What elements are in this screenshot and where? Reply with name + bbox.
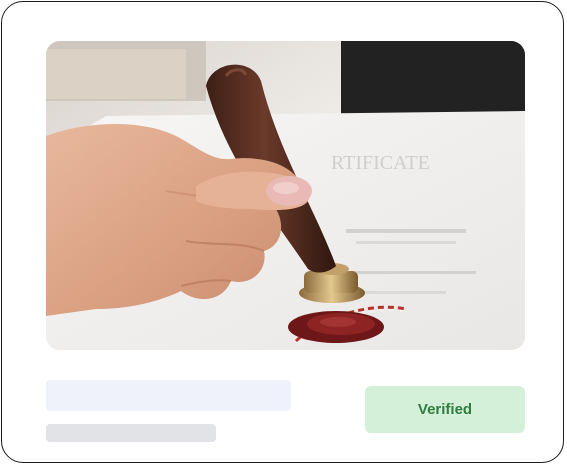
subtitle-placeholder-bar <box>46 424 216 442</box>
wax-seal-stamp-image: RTIFICATE <box>46 41 525 350</box>
certificate-card: RTIFICATE Verified <box>1 1 564 463</box>
title-placeholder-bar <box>46 380 291 411</box>
verified-status-badge: Verified <box>365 386 525 433</box>
svg-text:RTIFICATE: RTIFICATE <box>331 152 430 174</box>
